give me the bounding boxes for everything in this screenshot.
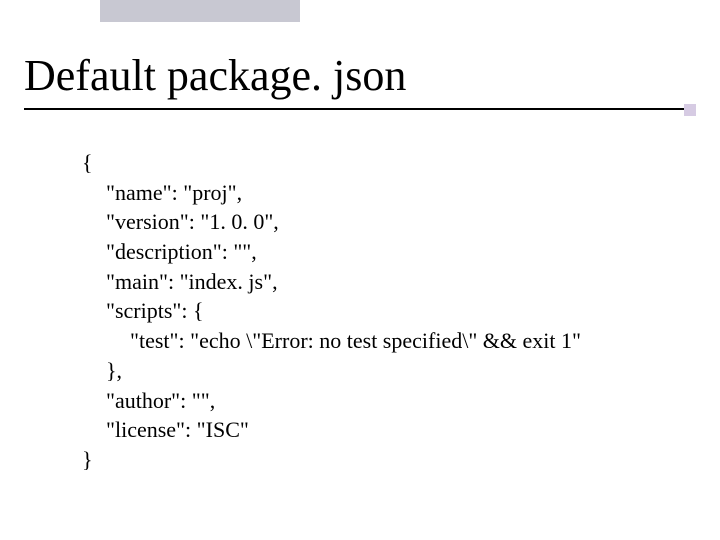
code-line: "name": "proj",: [82, 178, 581, 208]
slide: Default package. json { "name": "proj", …: [0, 0, 720, 540]
top-accent-bar: [100, 0, 300, 22]
code-line: "test": "echo \"Error: no test specified…: [82, 326, 581, 356]
code-line: "author": "",: [82, 386, 581, 416]
title-underline: [24, 108, 696, 110]
code-line: "version": "1. 0. 0",: [82, 207, 581, 237]
code-line: }: [82, 447, 93, 472]
code-line: "main": "index. js",: [82, 267, 581, 297]
code-line: {: [82, 150, 93, 175]
code-line: },: [82, 356, 581, 386]
code-block: { "name": "proj", "version": "1. 0. 0", …: [82, 148, 581, 475]
code-line: "scripts": {: [82, 296, 581, 326]
slide-title: Default package. json: [24, 54, 406, 98]
code-line: "description": "",: [82, 237, 581, 267]
code-line: "license": "ISC": [82, 415, 581, 445]
corner-accent: [684, 104, 696, 116]
